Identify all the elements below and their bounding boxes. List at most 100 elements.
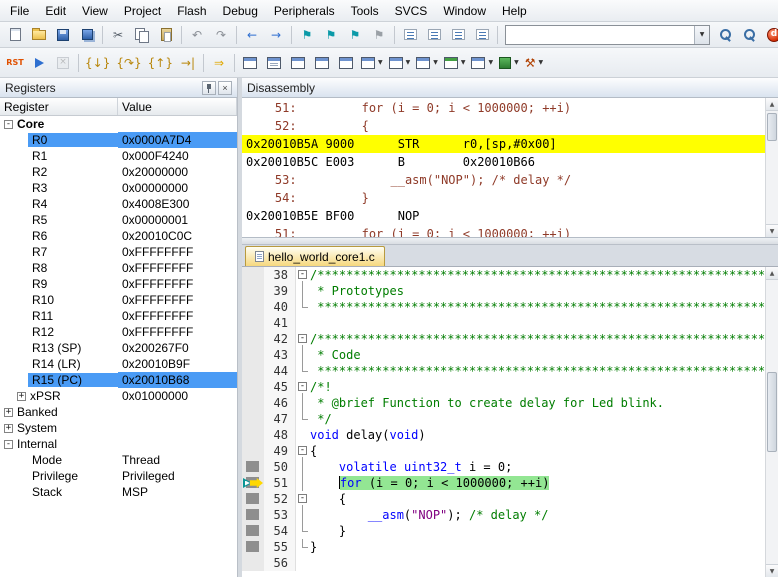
editor-gutter[interactable] (242, 443, 264, 459)
combo-dropdown-arrow-icon[interactable]: ▼ (694, 26, 709, 44)
code-text[interactable]: /***************************************… (310, 331, 765, 347)
code-text[interactable]: for (i = 0; i < 1000000; ++i) (310, 475, 765, 491)
redo-button[interactable]: ↷ (209, 24, 233, 46)
find-combobox[interactable]: ▼ (505, 25, 710, 45)
disassembly-panel-header[interactable]: Disassembly (242, 78, 778, 98)
disassembly-line[interactable]: 0x20010B5A 9000 STR r0,[sp,#0x00] (242, 135, 765, 153)
registers-window-button[interactable] (310, 51, 334, 75)
analysis-window-dropdown[interactable]: ▼ (461, 59, 466, 66)
disassembly-line[interactable]: 51: for (i = 0; i < 1000000; ++i) (242, 225, 765, 237)
editor-gutter[interactable] (242, 475, 264, 491)
editor-gutter[interactable] (242, 299, 264, 315)
register-row-r9[interactable]: R90xFFFFFFFF (0, 276, 237, 292)
menu-flash[interactable]: Flash (169, 1, 214, 21)
find-in-files-button[interactable] (714, 24, 738, 46)
show-next-statement-button[interactable]: ⇒ (207, 51, 231, 75)
register-row-r10[interactable]: R100xFFFFFFFF (0, 292, 237, 308)
editor-gutter[interactable] (242, 283, 264, 299)
column-header-register[interactable]: Register (0, 98, 118, 115)
code-text[interactable]: * Prototypes (310, 283, 765, 299)
code-text[interactable] (310, 555, 765, 571)
system-viewer-button[interactable]: ▼ (496, 51, 522, 75)
open-file-button[interactable] (27, 24, 51, 46)
scroll-down-button[interactable]: ▼ (766, 564, 778, 577)
code-text[interactable]: } (310, 523, 765, 539)
watch-window-button[interactable]: ▼ (358, 51, 386, 75)
clear-bookmarks-button[interactable]: ⚑ (367, 24, 391, 46)
register-row-banked[interactable]: +Banked (0, 404, 237, 420)
expand-icon[interactable]: + (17, 392, 26, 401)
register-row-r6[interactable]: R60x20010C0C (0, 228, 237, 244)
register-row-core[interactable]: -Core (0, 116, 237, 132)
navigate-back-button[interactable]: ← (240, 24, 264, 46)
editor-gutter[interactable] (242, 555, 264, 571)
disassembly-line[interactable]: 53: __asm("NOP"); /* delay */ (242, 171, 765, 189)
start-stop-debug-button[interactable]: d (762, 24, 778, 46)
next-bookmark-button[interactable]: ⚑ (343, 24, 367, 46)
comment-button[interactable] (446, 24, 470, 46)
register-row-r7[interactable]: R70xFFFFFFFF (0, 244, 237, 260)
editor-gutter[interactable] (242, 347, 264, 363)
editor-gutter[interactable] (242, 395, 264, 411)
fold-toggle[interactable]: - (296, 379, 310, 395)
cut-button[interactable]: ✂ (106, 24, 130, 46)
horizontal-splitter[interactable] (242, 238, 778, 245)
step-out-button[interactable]: {↑} (145, 51, 176, 75)
code-text[interactable]: * @brief Function to create delay for Le… (310, 395, 765, 411)
menu-file[interactable]: File (2, 1, 37, 21)
code-text[interactable]: * Code (310, 347, 765, 363)
code-text[interactable]: ****************************************… (310, 299, 765, 315)
scroll-thumb[interactable] (767, 113, 777, 141)
register-row-r12[interactable]: R120xFFFFFFFF (0, 324, 237, 340)
menu-window[interactable]: Window (435, 1, 494, 21)
close-button[interactable]: × (218, 81, 232, 95)
scroll-down-button[interactable]: ▼ (766, 224, 778, 237)
disassembly-line[interactable]: 52: { (242, 117, 765, 135)
collapse-icon[interactable]: - (4, 440, 13, 449)
registers-panel-header[interactable]: Registers × (0, 78, 237, 98)
register-row-r1[interactable]: R10x000F4240 (0, 148, 237, 164)
disassembly-line[interactable]: 54: } (242, 189, 765, 207)
code-text[interactable]: /*! (310, 379, 765, 395)
new-file-button[interactable] (3, 24, 27, 46)
menu-debug[interactable]: Debug (215, 1, 266, 21)
menu-project[interactable]: Project (116, 1, 169, 21)
disassembly-scrollbar[interactable]: ▲ ▼ (765, 98, 778, 237)
disassembly-line[interactable]: 51: for (i = 0; i < 1000000; ++i) (242, 99, 765, 117)
register-row-mode[interactable]: ModeThread (0, 452, 237, 468)
outdent-button[interactable] (398, 24, 422, 46)
disassembly-window-button[interactable] (262, 51, 286, 75)
editor-gutter[interactable] (242, 427, 264, 443)
editor-gutter[interactable] (242, 331, 264, 347)
editor-gutter[interactable] (242, 315, 264, 331)
fold-minus-icon[interactable]: - (298, 270, 307, 279)
code-text[interactable]: /***************************************… (310, 267, 765, 283)
code-text[interactable]: ****************************************… (310, 363, 765, 379)
fold-minus-icon[interactable]: - (298, 446, 307, 455)
register-row-r8[interactable]: R80xFFFFFFFF (0, 260, 237, 276)
serial-window-dropdown[interactable]: ▼ (433, 59, 438, 66)
expand-icon[interactable]: + (4, 424, 13, 433)
run-to-cursor-button[interactable]: →| (176, 51, 200, 75)
menu-svcs[interactable]: SVCS (387, 1, 436, 21)
toolbox-dropdown[interactable]: ▼ (539, 59, 544, 66)
call-stack-window-button[interactable] (334, 51, 358, 75)
scroll-up-button[interactable]: ▲ (766, 267, 778, 280)
undo-button[interactable]: ↶ (185, 24, 209, 46)
system-viewer-dropdown[interactable]: ▼ (514, 59, 519, 66)
editor-gutter[interactable] (242, 363, 264, 379)
register-row-internal[interactable]: -Internal (0, 436, 237, 452)
menu-view[interactable]: View (74, 1, 116, 21)
editor-gutter[interactable] (242, 507, 264, 523)
trace-window-button[interactable]: ▼ (468, 51, 496, 75)
code-text[interactable]: __asm("NOP"); /* delay */ (310, 507, 765, 523)
register-row-stack[interactable]: StackMSP (0, 484, 237, 500)
toggle-bookmark-button[interactable]: ⚑ (295, 24, 319, 46)
indent-button[interactable] (422, 24, 446, 46)
register-row-r11[interactable]: R110xFFFFFFFF (0, 308, 237, 324)
command-window-button[interactable] (238, 51, 262, 75)
disassembly-line[interactable]: 0x20010B5C E003 B 0x20010B66 (242, 153, 765, 171)
editor-gutter[interactable] (242, 491, 264, 507)
register-row-r4[interactable]: R40x4008E300 (0, 196, 237, 212)
scroll-up-button[interactable]: ▲ (766, 98, 778, 111)
